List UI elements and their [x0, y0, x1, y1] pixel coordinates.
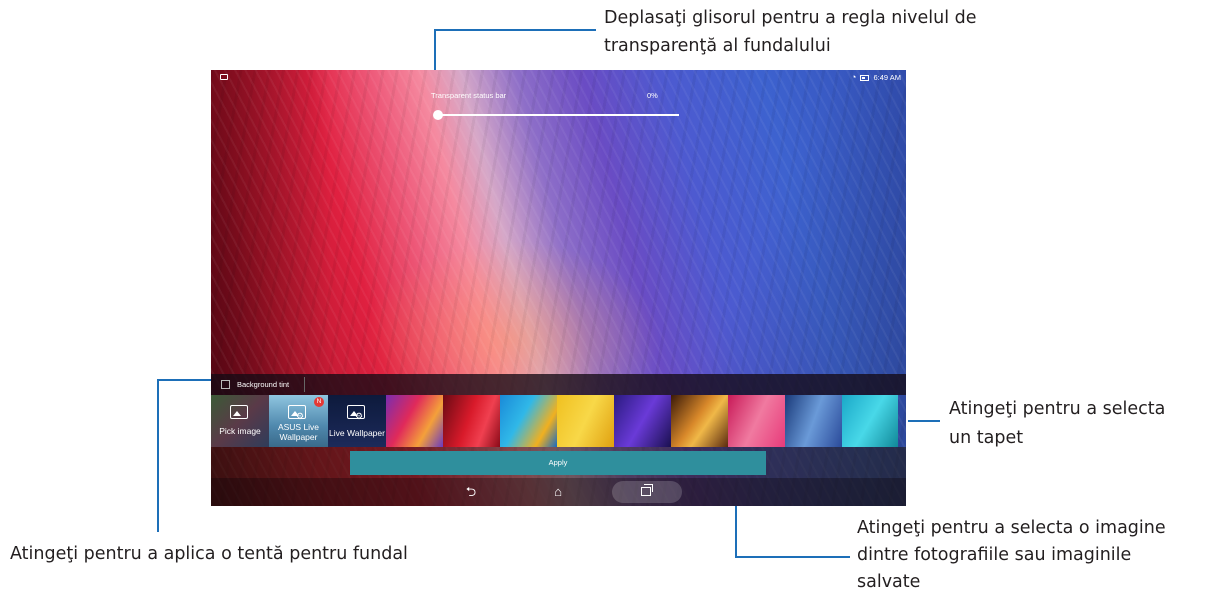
status-bar-right: ◔ 6:49 AM	[851, 72, 901, 83]
tint-annotation: Atingeţi pentru a aplica o tentă pentru …	[10, 544, 408, 564]
status-bar: ◔ 6:49 AM	[211, 70, 906, 86]
live-wallpaper-tile[interactable]: ⚙ Live Wallpaper	[328, 395, 386, 447]
wallpaper-picker: Pick image ⚙ N ASUS Live Wallpaper ⚙ Liv…	[211, 395, 906, 447]
back-icon[interactable]: ⮌	[461, 483, 481, 501]
recents-icon	[641, 484, 653, 496]
slider-annotation-line1: Deplasaţi glisorul pentru a regla nivelu…	[604, 8, 977, 28]
pick-image-tile[interactable]: Pick image	[211, 395, 269, 447]
transparency-label: Transparent status bar	[431, 91, 507, 100]
wallpaper-annotation-line1: Atingeţi pentru a selecta	[949, 399, 1166, 419]
tint-divider	[304, 377, 305, 392]
wallpaper-callout-line	[908, 420, 940, 422]
wallpaper-preview-screen: ◔ 6:49 AM Transparent status bar 0% Back…	[211, 70, 906, 506]
image-notification-icon	[220, 74, 228, 80]
asus-live-wallpaper-tile[interactable]: ⚙ N ASUS Live Wallpaper	[269, 395, 328, 447]
transparency-slider-thumb[interactable]	[433, 110, 443, 120]
home-icon[interactable]: ⌂	[548, 483, 568, 501]
slider-callout-line	[434, 29, 596, 31]
transparency-slider-track[interactable]	[437, 114, 679, 116]
navigation-bar: ⮌ ⌂	[211, 478, 906, 506]
wallpaper-thumbnail[interactable]	[443, 395, 500, 447]
image-icon	[230, 405, 248, 419]
status-time: 6:49 AM	[873, 73, 901, 82]
image-callout-line	[735, 556, 850, 558]
wallpaper-thumbnail[interactable]	[785, 395, 842, 447]
new-badge: N	[314, 397, 324, 407]
wifi-icon: ◔	[851, 72, 857, 82]
wallpaper-thumbnail[interactable]	[842, 395, 898, 447]
tint-callout-drop	[157, 379, 159, 532]
gear-icon: ⚙	[355, 411, 364, 421]
wallpaper-annotation-line2: un tapet	[949, 428, 1024, 448]
asus-live-wallpaper-label: ASUS Live Wallpaper	[277, 422, 320, 442]
apply-button[interactable]: Apply	[350, 451, 766, 475]
transparency-value: 0%	[647, 91, 658, 100]
slider-annotation-line2: transparenţă al fundalului	[604, 36, 831, 56]
pick-image-label: Pick image	[219, 426, 261, 436]
wallpaper-thumbnail[interactable]	[557, 395, 614, 447]
wallpaper-thumbnail[interactable]	[728, 395, 785, 447]
wallpaper-thumbnail[interactable]	[671, 395, 728, 447]
tint-callout-line	[157, 379, 211, 381]
background-tint-checkbox[interactable]	[221, 380, 230, 389]
live-wallpaper-label: Live Wallpaper	[329, 428, 385, 438]
background-tint-label[interactable]: Background tint	[237, 380, 289, 389]
gear-icon: ⚙	[296, 411, 305, 421]
image-annotation-line1: Atingeţi pentru a selecta o imagine	[857, 518, 1166, 538]
background-tint-bar: Background tint	[211, 374, 906, 395]
wallpaper-thumbnail[interactable]	[614, 395, 671, 447]
wallpaper-thumbnail[interactable]	[500, 395, 557, 447]
battery-icon	[860, 74, 870, 81]
image-annotation-line2: dintre fotografiile sau imaginile	[857, 545, 1132, 565]
image-annotation-line3: salvate	[857, 572, 921, 592]
wallpaper-thumbnail[interactable]	[386, 395, 443, 447]
